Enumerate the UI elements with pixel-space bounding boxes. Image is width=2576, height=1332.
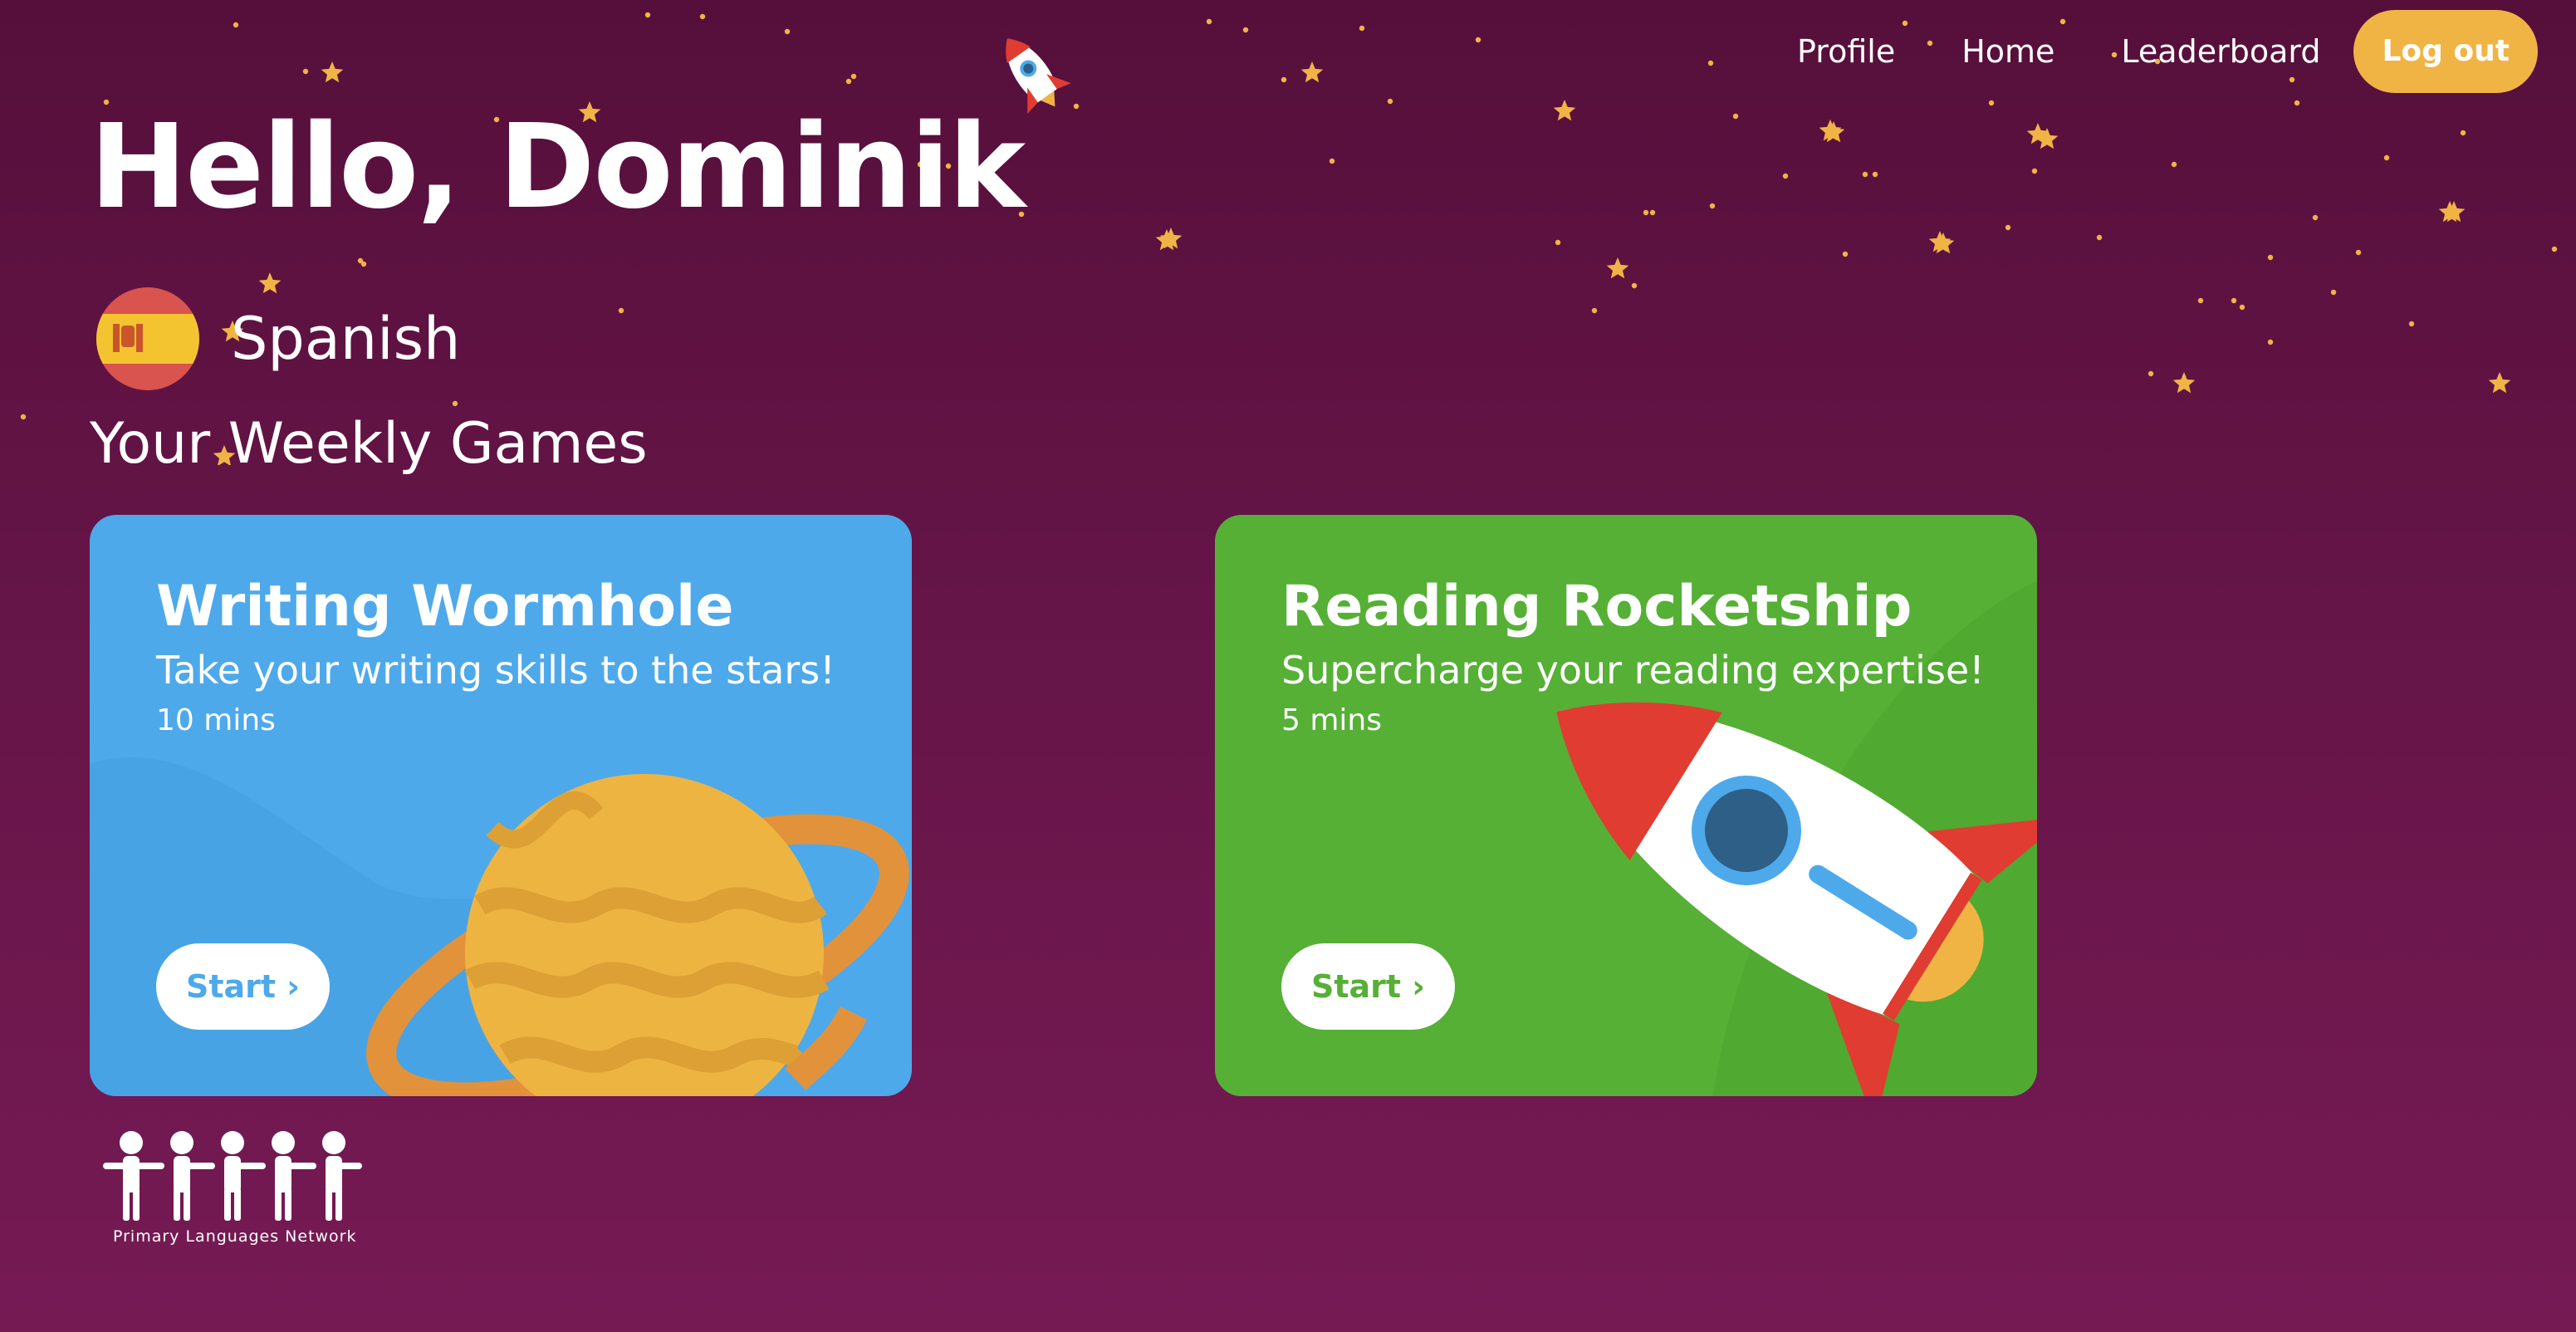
star-dot xyxy=(1591,307,1598,314)
game-subtitle: Take your writing skills to the stars! xyxy=(156,648,835,693)
star-dot xyxy=(20,414,27,420)
nav-home-link[interactable]: Home xyxy=(1928,10,2088,93)
star-dot xyxy=(2312,214,2319,221)
star-dot xyxy=(845,78,852,85)
star-dot xyxy=(2147,370,2154,377)
star-dot xyxy=(360,261,367,267)
star-icon xyxy=(2488,372,2511,394)
star-dot xyxy=(1329,158,1335,164)
star-dot xyxy=(699,13,706,20)
star-dot xyxy=(2460,130,2466,136)
star-dot xyxy=(2031,168,2038,174)
weekly-games-heading: Your Weekly Games xyxy=(90,411,648,477)
game-title: Writing Wormhole xyxy=(156,574,734,639)
star-dot xyxy=(2408,321,2415,327)
star-dot xyxy=(1707,60,1714,66)
language-indicator: Spanish xyxy=(96,287,460,390)
nav-profile-link[interactable]: Profile xyxy=(1764,10,1928,93)
star-dot xyxy=(1732,113,1739,120)
star-dot xyxy=(1242,27,1249,33)
star-dot xyxy=(618,307,624,314)
star-dot xyxy=(1643,209,1649,216)
star-dot xyxy=(452,400,458,407)
star-dot xyxy=(302,68,309,75)
greeting-heading: Hello, Dominik xyxy=(90,100,1026,235)
star-icon xyxy=(1606,257,1629,279)
star-dot xyxy=(1387,98,1393,105)
star-dot xyxy=(1872,171,1878,178)
game-duration: 5 mins xyxy=(1281,703,1382,737)
star-dot xyxy=(1359,25,1365,32)
star-dot xyxy=(2267,254,2274,261)
star-dot xyxy=(850,73,857,80)
star-dot xyxy=(1782,173,1789,179)
star-dot xyxy=(2231,297,2237,304)
star-icon xyxy=(321,61,344,83)
star-dot xyxy=(1281,76,1287,83)
star-dot xyxy=(233,22,239,28)
star-dot xyxy=(2330,289,2337,296)
star-dot xyxy=(2355,249,2362,256)
game-card-writing-wormhole[interactable]: Writing Wormhole Take your writing skill… xyxy=(90,515,912,1096)
star-dot xyxy=(2267,339,2274,345)
star-dot xyxy=(2551,246,2558,252)
star-icon xyxy=(1300,61,1324,83)
language-name: Spanish xyxy=(231,305,461,373)
start-writing-wormhole-button[interactable]: Start › xyxy=(156,943,330,1030)
logo-text: Primary Languages Network xyxy=(113,1227,357,1246)
star-dot xyxy=(1555,239,1561,246)
star-icon xyxy=(1155,229,1178,251)
star-dot xyxy=(2383,154,2390,161)
star-dot xyxy=(2239,304,2245,311)
nav-leaderboard-link[interactable]: Leaderboard xyxy=(2088,10,2353,93)
star-dot xyxy=(2096,234,2103,241)
star-dot xyxy=(1631,282,1638,289)
star-icon xyxy=(1553,100,1576,121)
people-chain-icon xyxy=(103,1131,362,1221)
game-card-reading-rocketship[interactable]: Reading Rocketship Supercharge your read… xyxy=(1215,515,2037,1096)
star-dot xyxy=(2197,297,2204,304)
star-dot xyxy=(1649,209,1656,216)
logout-button[interactable]: Log out xyxy=(2353,10,2538,93)
star-dot xyxy=(784,28,791,35)
star-dot xyxy=(1842,251,1849,257)
star-dot xyxy=(644,12,651,18)
spain-flag-icon xyxy=(96,287,199,390)
star-dot xyxy=(1862,171,1868,178)
game-title: Reading Rocketship xyxy=(1281,574,1912,639)
game-subtitle: Supercharge your reading expertise! xyxy=(1281,648,1985,693)
star-dot xyxy=(1475,37,1481,43)
star-dot xyxy=(2005,224,2011,231)
start-reading-rocketship-button[interactable]: Start › xyxy=(1281,943,1455,1030)
star-dot xyxy=(1709,203,1716,209)
star-icon xyxy=(2172,372,2196,394)
top-navigation: Profile Home Leaderboard Log out xyxy=(1764,10,2538,93)
star-dot xyxy=(1206,18,1212,25)
star-dot xyxy=(2294,100,2300,106)
primary-languages-network-logo: Primary Languages Network xyxy=(98,1129,364,1246)
star-dot xyxy=(2171,161,2177,168)
star-dot xyxy=(1988,100,1995,106)
game-duration: 10 mins xyxy=(156,703,276,737)
